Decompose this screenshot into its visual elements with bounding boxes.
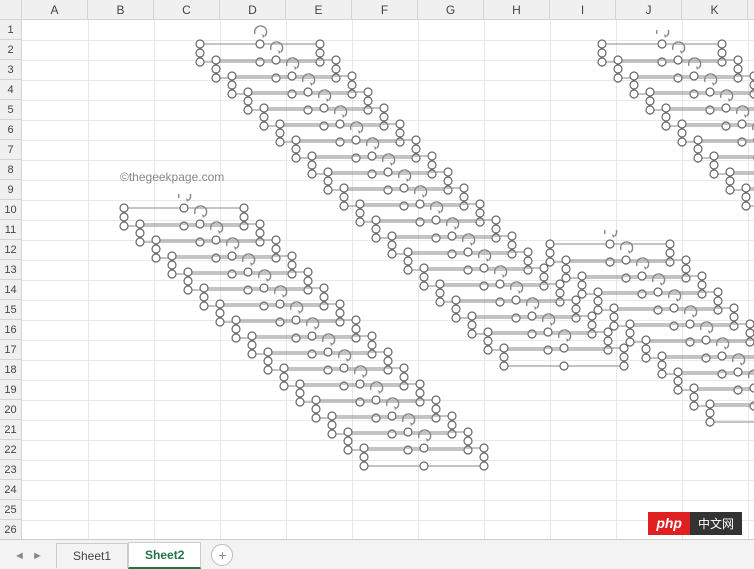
row-header[interactable]: 5 xyxy=(0,100,21,120)
row-headers: 1 2 3 4 5 6 7 8 9 10 11 12 13 14 15 16 1… xyxy=(0,20,22,539)
selected-shapes-group[interactable] xyxy=(588,30,754,300)
row-header[interactable]: 26 xyxy=(0,520,21,539)
cell-grid[interactable]: ©thegeekpage.com xyxy=(22,20,754,539)
col-header[interactable]: A xyxy=(22,0,88,19)
tab-sheet1[interactable]: Sheet1 xyxy=(56,543,128,568)
row-header[interactable]: 13 xyxy=(0,260,21,280)
selected-shapes-group[interactable] xyxy=(170,14,670,412)
row-header[interactable]: 4 xyxy=(0,80,21,100)
col-header[interactable]: I xyxy=(550,0,616,19)
plus-icon: + xyxy=(218,547,226,563)
site-badge: php 中文网 xyxy=(648,512,742,535)
new-sheet-button[interactable]: + xyxy=(211,544,233,566)
row-header[interactable]: 18 xyxy=(0,360,21,380)
row-header[interactable]: 7 xyxy=(0,140,21,160)
badge-left: php xyxy=(648,512,690,535)
row-header[interactable]: 1 xyxy=(0,20,21,40)
select-all-corner[interactable] xyxy=(0,0,22,19)
sheet-tab-strip: ◄ ► Sheet1 Sheet2 + xyxy=(0,539,754,569)
row-header[interactable]: 9 xyxy=(0,180,21,200)
row-header[interactable]: 15 xyxy=(0,300,21,320)
row-header[interactable]: 22 xyxy=(0,440,21,460)
watermark-text: ©thegeekpage.com xyxy=(120,170,224,184)
column-headers: A B C D E F G H I J K xyxy=(0,0,754,20)
row-header[interactable]: 17 xyxy=(0,340,21,360)
row-header[interactable]: 24 xyxy=(0,480,21,500)
row-header[interactable]: 12 xyxy=(0,240,21,260)
selected-shapes-group[interactable] xyxy=(536,230,754,452)
col-header[interactable]: J xyxy=(616,0,682,19)
tab-sheet2[interactable]: Sheet2 xyxy=(128,542,201,569)
col-header[interactable]: G xyxy=(418,0,484,19)
next-sheet-button[interactable]: ► xyxy=(32,550,42,560)
badge-right: 中文网 xyxy=(690,512,742,535)
col-header[interactable]: H xyxy=(484,0,550,19)
row-header[interactable]: 25 xyxy=(0,500,21,520)
col-header[interactable]: C xyxy=(154,0,220,19)
prev-sheet-button[interactable]: ◄ xyxy=(14,550,24,560)
col-header[interactable]: D xyxy=(220,0,286,19)
row-header[interactable]: 3 xyxy=(0,60,21,80)
row-header[interactable]: 10 xyxy=(0,200,21,220)
row-header[interactable]: 11 xyxy=(0,220,21,240)
row-header[interactable]: 20 xyxy=(0,400,21,420)
row-header[interactable]: 6 xyxy=(0,120,21,140)
col-header[interactable]: B xyxy=(88,0,154,19)
row-header[interactable]: 19 xyxy=(0,380,21,400)
row-header[interactable]: 16 xyxy=(0,320,21,340)
row-header[interactable]: 23 xyxy=(0,460,21,480)
col-header[interactable]: K xyxy=(682,0,748,19)
selected-shapes-group[interactable] xyxy=(110,194,514,496)
spreadsheet-area: A B C D E F G H I J K 1 2 3 4 5 6 7 8 9 … xyxy=(0,0,754,539)
row-header[interactable]: 2 xyxy=(0,40,21,60)
row-header[interactable]: 21 xyxy=(0,420,21,440)
col-header[interactable]: E xyxy=(286,0,352,19)
row-header[interactable]: 8 xyxy=(0,160,21,180)
row-header[interactable]: 14 xyxy=(0,280,21,300)
col-header[interactable]: F xyxy=(352,0,418,19)
